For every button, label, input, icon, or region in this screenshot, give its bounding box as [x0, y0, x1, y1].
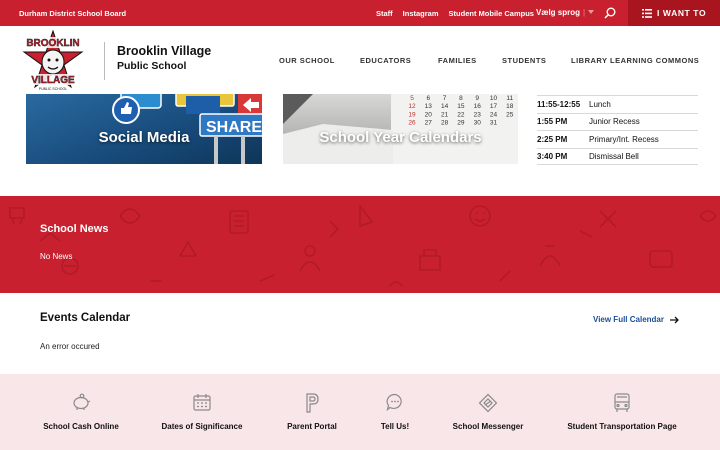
- school-year-calendars-tile[interactable]: 5 6 7 8 9 10 11 12 13 14 15 16 17 18 19 20 21 22 23 24 25 26 2…: [283, 94, 518, 164]
- calendar-photo-number: 7: [443, 95, 447, 102]
- logo-text-bottom: VILLAGE: [31, 75, 75, 86]
- quick-link-label: School Cash Online: [43, 422, 119, 431]
- language-divider: |: [583, 8, 586, 17]
- school-news-empty-text: No News: [40, 252, 73, 261]
- quick-links-bar: School Cash Online Dates of Significance…: [0, 374, 720, 450]
- quick-link-label: Tell Us!: [380, 422, 410, 431]
- bus-icon: [614, 393, 630, 412]
- student-mobile-campus-link[interactable]: Student Mobile Campus: [449, 9, 534, 18]
- chevron-down-icon: [588, 10, 595, 14]
- nav-families[interactable]: FAMILIES: [438, 56, 477, 65]
- calendar-photo-number: 14: [441, 103, 449, 110]
- social-media-tile[interactable]: SHARE Social Media: [26, 94, 262, 164]
- events-error-text: An error occured: [40, 342, 100, 351]
- search-icon[interactable]: [604, 7, 616, 19]
- school-year-calendars-title: School Year Calendars: [319, 129, 482, 146]
- calendar-photo-number: 11: [506, 95, 513, 102]
- calendar-photo-number: 25: [506, 111, 514, 118]
- messenger-icon: [478, 393, 498, 413]
- calendar-photo-number: 18: [506, 103, 514, 110]
- speech-bubble-icon: [386, 393, 402, 411]
- nav-students[interactable]: STUDENTS: [502, 56, 546, 65]
- social-media-title: Social Media: [98, 129, 190, 146]
- calendar-photo-number: 19: [408, 111, 416, 118]
- instagram-link[interactable]: Instagram: [403, 9, 439, 18]
- calendar-photo-number: 27: [425, 120, 433, 127]
- calendar-photo-number: 6: [426, 95, 430, 102]
- portal-p-icon: [306, 393, 319, 413]
- bell-schedule: 11:55-12:55 Lunch 1:55 PM Junior Recess …: [537, 95, 698, 165]
- i-want-to-label: I WANT TO: [657, 8, 707, 18]
- schedule-row: 11:55-12:55 Lunch: [537, 95, 698, 113]
- piggy-bank-icon: [73, 393, 91, 410]
- calendar-photo-number: 5: [410, 95, 414, 102]
- site-header: BROOKLIN VILLAGE PUBLIC SCHOOL Brooklin …: [0, 26, 720, 94]
- utility-bar: Durham District School Board Staff Insta…: [0, 0, 720, 26]
- parent-portal-link[interactable]: Parent Portal: [284, 374, 340, 450]
- view-full-calendar-label: View Full Calendar: [593, 315, 664, 324]
- calendar-photo-number: 24: [490, 111, 498, 118]
- calendar-photo-number: 12: [408, 103, 416, 110]
- school-subtitle[interactable]: Public School: [117, 60, 186, 72]
- calendar-photo-number: 29: [457, 120, 465, 127]
- calendar-icon: [193, 394, 211, 411]
- staff-link[interactable]: Staff: [376, 9, 393, 18]
- calendar-photo-number: 13: [425, 103, 433, 110]
- tell-us-link[interactable]: Tell Us!: [376, 374, 414, 450]
- schedule-label: Primary/Int. Recess: [589, 134, 659, 144]
- schedule-label: Junior Recess: [589, 117, 640, 127]
- board-link[interactable]: Durham District School Board: [19, 9, 126, 18]
- schedule-label: Lunch: [589, 99, 611, 109]
- school-messenger-link[interactable]: School Messenger: [450, 374, 526, 450]
- doodle-pattern-background: [9, 203, 718, 287]
- schedule-row: 1:55 PM Junior Recess: [537, 112, 698, 131]
- calendar-photo-number: 10: [490, 95, 498, 102]
- calendar-photo-number: 31: [490, 120, 498, 127]
- school-name[interactable]: Brooklin Village: [117, 44, 211, 58]
- schedule-label: Dismissal Bell: [589, 151, 639, 161]
- school-cash-online-link[interactable]: School Cash Online: [42, 374, 120, 450]
- dates-of-significance-link[interactable]: Dates of Significance: [160, 374, 244, 450]
- list-icon: [642, 8, 652, 18]
- calendar-photo-number: 15: [457, 103, 465, 110]
- calendar-photo-number: 17: [490, 103, 498, 110]
- schedule-time: 11:55-12:55: [537, 99, 581, 109]
- calendar-photo-number: 8: [459, 95, 463, 102]
- quick-link-label: Dates of Significance: [161, 422, 243, 431]
- schedule-time: 3:40 PM: [537, 151, 568, 161]
- school-news-section: School News No News: [0, 196, 720, 293]
- logo-text-top: BROOKLIN: [26, 38, 79, 49]
- calendar-photo-number: 23: [474, 111, 482, 118]
- nav-educators[interactable]: EDUCATORS: [360, 56, 411, 65]
- arrow-right-icon: [669, 316, 679, 323]
- schedule-time: 2:25 PM: [537, 134, 568, 144]
- utility-links: Staff Instagram Student Mobile Campus: [376, 9, 534, 18]
- language-select[interactable]: Vælg sprog |: [536, 8, 595, 17]
- calendar-photo-number: 28: [441, 120, 449, 127]
- quick-link-label: Student Transportation Page: [567, 422, 677, 431]
- logo-text-small: PUBLIC SCHOOL: [39, 87, 67, 91]
- quick-link-label: Parent Portal: [287, 422, 337, 431]
- view-full-calendar-link[interactable]: View Full Calendar: [593, 315, 679, 324]
- quick-link-label: School Messenger: [452, 422, 524, 431]
- calendar-photo-number: 21: [441, 111, 449, 118]
- nav-library-learning-commons[interactable]: LIBRARY LEARNING COMMONS: [571, 56, 699, 65]
- calendar-photo-number: 30: [474, 120, 482, 127]
- school-logo[interactable]: BROOKLIN VILLAGE PUBLIC SCHOOL: [22, 30, 84, 92]
- calendar-photo-number: 22: [457, 111, 465, 118]
- i-want-to-button[interactable]: I WANT TO: [628, 0, 720, 26]
- school-news-title: School News: [40, 223, 109, 235]
- language-label: Vælg sprog: [536, 8, 581, 17]
- calendar-photo-number: 26: [408, 120, 416, 127]
- header-divider: [104, 42, 105, 80]
- schedule-row: 2:25 PM Primary/Int. Recess: [537, 130, 698, 148]
- nav-our-school[interactable]: OUR SCHOOL: [279, 56, 335, 65]
- calendar-photo-number: 16: [474, 103, 482, 110]
- calendar-photo-number: 20: [425, 111, 433, 118]
- schedule-time: 1:55 PM: [537, 117, 568, 127]
- calendar-photo-number: 9: [475, 95, 479, 102]
- schedule-row: 3:40 PM Dismissal Bell: [537, 147, 698, 165]
- student-transportation-link[interactable]: Student Transportation Page: [564, 374, 680, 450]
- events-calendar-title: Events Calendar: [40, 312, 131, 324]
